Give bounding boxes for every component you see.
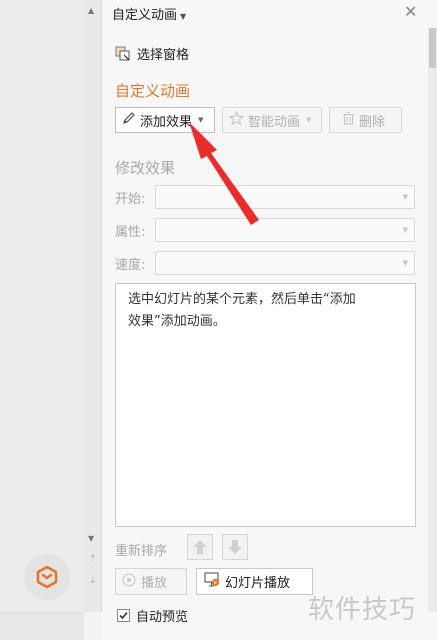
scroll-up-icon[interactable]: ▲ <box>88 6 94 15</box>
arrow-down-icon <box>228 540 242 554</box>
start-label: 开始: <box>115 192 146 207</box>
scroll-down-icon[interactable]: ▼ <box>88 534 94 543</box>
pencil-icon <box>122 111 136 129</box>
animation-list[interactable]: 选中幻灯片的某个元素，然后单击“添加 效果”添加动画。 <box>115 283 416 527</box>
watermark-text: 软件技巧 <box>308 595 417 625</box>
selection-pane-label: 选择窗格 <box>137 48 190 63</box>
animation-list-hint-line2: 效果”添加动画。 <box>128 314 226 329</box>
slideshow-button[interactable]: 幻灯片播放 <box>196 568 313 595</box>
close-icon[interactable]: ✕ <box>404 4 417 20</box>
checkbox-box[interactable] <box>117 609 130 622</box>
app-logo[interactable] <box>24 554 70 600</box>
chevron-down-icon: ▼ <box>306 116 312 124</box>
add-effect-button[interactable]: 添加效果 ▼ <box>115 107 215 133</box>
slideshow-label: 幻灯片播放 <box>225 576 291 591</box>
star-icon <box>228 110 245 130</box>
smart-animation-label: 智能动画 <box>248 114 301 130</box>
panel-title-text: 自定义动画 <box>112 8 178 23</box>
move-down-button[interactable] <box>222 534 248 560</box>
slideshow-icon <box>204 572 220 591</box>
selection-pane-icon <box>115 46 131 62</box>
scrollbar-thumb[interactable] <box>429 28 436 68</box>
reorder-label: 重新排序 <box>115 544 168 559</box>
slide-pane-scrollbar[interactable]: ▲ ▼ ⇡ ⇣ <box>84 0 102 612</box>
arrow-up-icon <box>193 540 207 554</box>
play-label: 播放 <box>141 576 168 591</box>
auto-preview-label: 自动预览 <box>136 610 189 625</box>
delete-button[interactable]: 删除 <box>329 107 402 133</box>
play-icon <box>122 572 136 591</box>
trash-icon <box>342 111 355 129</box>
left-status-bar <box>0 612 84 640</box>
property-label: 属性: <box>115 225 146 240</box>
move-up-button[interactable] <box>187 534 213 560</box>
add-effect-label: 添加效果 <box>140 114 193 130</box>
next-slide-icon[interactable]: ⇣ <box>89 577 97 586</box>
panel-title[interactable]: 自定义动画 ▼ <box>112 4 186 23</box>
property-select[interactable]: ▼ <box>155 218 415 242</box>
animation-list-hint-line1: 选中幻灯片的某个元素，然后单击“添加 <box>128 292 356 307</box>
delete-label: 删除 <box>359 114 386 130</box>
section-title: 自定义动画 <box>115 82 191 100</box>
chevron-down-icon: ▼ <box>198 116 204 124</box>
selection-pane-button[interactable]: 选择窗格 <box>115 44 189 63</box>
auto-preview-checkbox[interactable]: 自动预览 <box>117 606 188 625</box>
chevron-down-icon: ▼ <box>402 226 408 234</box>
start-select[interactable]: ▼ <box>155 185 415 209</box>
chevron-down-icon: ▼ <box>402 259 408 267</box>
chevron-down-icon: ▼ <box>180 12 187 21</box>
slide-thumbnail-pane <box>0 0 84 640</box>
speed-select[interactable]: ▼ <box>155 251 415 275</box>
play-button[interactable]: 播放 <box>115 568 187 595</box>
chevron-down-icon: ▼ <box>402 193 408 201</box>
smart-animation-button[interactable]: 智能动画 ▼ <box>222 107 322 133</box>
logo-icon <box>36 565 58 589</box>
speed-label: 速度: <box>115 258 146 273</box>
check-icon <box>119 611 128 620</box>
modify-effect-title: 修改效果 <box>115 159 176 177</box>
panel-scrollbar[interactable] <box>428 28 437 612</box>
prev-slide-icon[interactable]: ⇡ <box>89 555 97 564</box>
